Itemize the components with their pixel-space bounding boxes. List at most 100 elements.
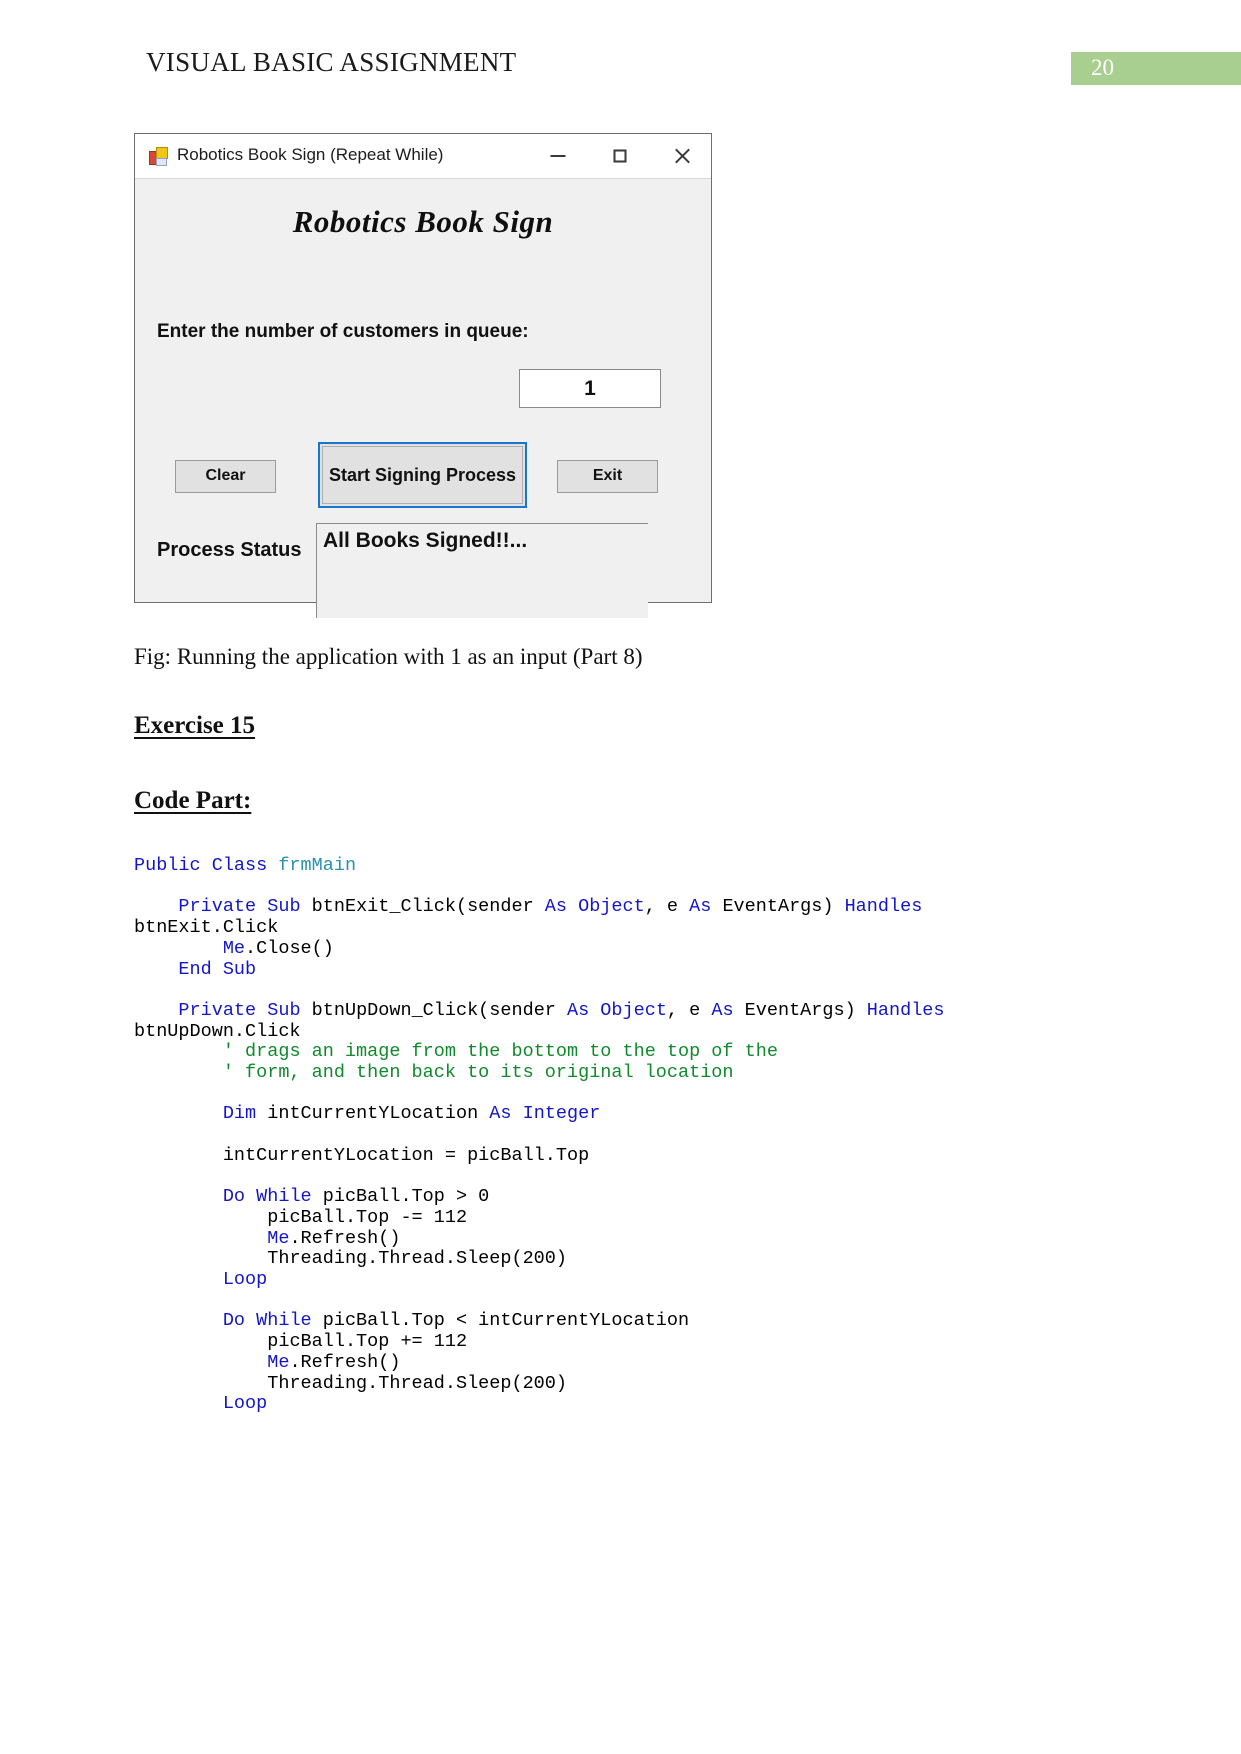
code-line: Me.Refresh() [134, 1227, 1134, 1250]
code-token: ' form, and then back to its original lo… [222, 1062, 734, 1084]
code-token: As Object [544, 896, 645, 918]
vb-form-icon [149, 147, 168, 166]
code-token: picBall.Top += 112 [134, 1331, 468, 1353]
code-token: .Close() [245, 937, 334, 959]
code-line: End Sub [134, 958, 1134, 981]
code-token: End Sub [178, 958, 257, 980]
page-number-badge: 20 [1071, 52, 1241, 85]
minimize-icon[interactable] [535, 134, 581, 178]
process-status-label: Process Status [157, 539, 302, 561]
close-icon[interactable] [659, 134, 705, 178]
clear-button[interactable]: Clear [175, 460, 276, 493]
vb-form-body: Robotics Book Sign Enter the number of c… [135, 179, 711, 618]
code-token: , e [644, 896, 690, 918]
code-token: Dim [222, 1103, 268, 1125]
exit-button[interactable]: Exit [557, 460, 658, 493]
code-line: Threading.Thread.Sleep(200) [134, 1249, 1134, 1270]
code-token: Threading.Thread.Sleep(200) [134, 1372, 567, 1394]
code-line: picBall.Top += 112 [134, 1331, 1134, 1353]
code-line: intCurrentYLocation = picBall.Top [134, 1144, 1134, 1167]
code-token: Public Class [134, 855, 279, 876]
code-token: intCurrentYLocation = picBall.Top [134, 1144, 590, 1166]
code-token: EventArgs) [722, 896, 845, 918]
maximize-icon[interactable] [597, 134, 643, 178]
code-line: Private Sub btnUpDown_Click(sender As Ob… [134, 999, 1134, 1022]
queue-count-input[interactable]: 1 [519, 369, 661, 408]
figure-caption: Fig: Running the application with 1 as a… [134, 644, 643, 669]
code-line: Me.Refresh() [134, 1351, 1134, 1374]
code-line: ' form, and then back to its original lo… [134, 1062, 1134, 1084]
code-line: ' drags an image from the bottom to the … [134, 1041, 1134, 1063]
form-heading: Robotics Book Sign [292, 204, 554, 239]
vb-form-screenshot: Robotics Book Sign (Repeat While) Roboti… [134, 133, 712, 618]
code-token: Loop [222, 1393, 268, 1415]
code-token: As [689, 896, 723, 918]
code-token: As Object [567, 999, 667, 1021]
code-token: .Refresh() [289, 1351, 401, 1373]
queue-label: Enter the number of customers in queue: [157, 321, 529, 342]
code-line: Private Sub btnExit_Click(sender As Obje… [134, 897, 1134, 918]
code-token: .Refresh() [289, 1227, 401, 1249]
code-token: Threading.Thread.Sleep(200) [134, 1248, 567, 1270]
code-token: Private Sub [178, 999, 312, 1021]
code-line: Do While picBall.Top > 0 [134, 1186, 1134, 1208]
code-token: ' drags an image from the bottom to the … [222, 1041, 778, 1063]
code-token: frmMain [278, 855, 357, 876]
start-signing-process-label: Start Signing Process [322, 446, 523, 504]
start-signing-process-button[interactable]: Start Signing Process [318, 442, 527, 508]
code-token: Me [222, 937, 246, 959]
code-token: Private Sub [178, 896, 312, 918]
process-status-value: All Books Signed!!... [323, 529, 528, 552]
code-token: Loop [222, 1269, 268, 1291]
code-line: picBall.Top -= 112 [134, 1206, 1134, 1229]
code-token: , e [666, 999, 712, 1021]
code-token: btnUpDown_Click(sender [311, 999, 567, 1021]
code-line: Do While picBall.Top < intCurrentYLocati… [134, 1311, 1134, 1332]
code-token: Handles [844, 896, 923, 918]
page-number: 20 [1091, 55, 1114, 80]
code-line: btnUpDown.Click [134, 1020, 1134, 1043]
code-token: btnExit_Click(sender [311, 896, 545, 918]
code-token: picBall.Top -= 112 [134, 1206, 468, 1228]
process-status-textbox[interactable]: All Books Signed!!... [316, 523, 648, 618]
code-line: Loop [134, 1393, 1134, 1415]
code-token: Me [267, 1351, 290, 1373]
code-token: btnUpDown.Click [134, 1020, 301, 1042]
code-token: As [711, 999, 745, 1021]
code-token: Handles [866, 999, 945, 1021]
vb-form-title-text: Robotics Book Sign (Repeat While) [177, 145, 444, 164]
page-header: VISUAL BASIC ASSIGNMENT 20 [0, 47, 1241, 89]
vb-form-titlebar: Robotics Book Sign (Repeat While) [135, 134, 711, 179]
code-line: btnExit.Click [134, 917, 1134, 939]
code-line: Public Class frmMain [134, 855, 1134, 877]
code-part-heading: Code Part: [134, 787, 252, 814]
code-token: intCurrentYLocation [267, 1103, 490, 1125]
code-token: Do While [222, 1186, 323, 1208]
code-line: Threading.Thread.Sleep(200) [134, 1372, 1134, 1395]
queue-count-value: 1 [584, 377, 596, 400]
code-token: btnExit.Click [134, 917, 279, 939]
code-token: EventArgs) [744, 999, 867, 1021]
code-token: As Integer [489, 1103, 601, 1125]
code-line: Loop [134, 1269, 1134, 1291]
code-token: picBall.Top < intCurrentYLocation [322, 1310, 690, 1332]
code-line: Me.Close() [134, 937, 1134, 960]
